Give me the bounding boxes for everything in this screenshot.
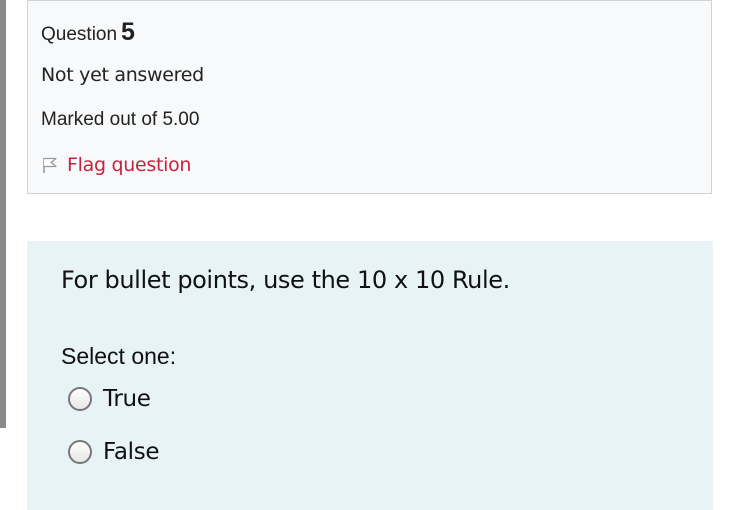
question-state: Not yet answered xyxy=(41,64,204,86)
flag-question-link[interactable]: Flag question xyxy=(41,154,191,176)
flag-icon xyxy=(43,157,57,173)
option-false-label: False xyxy=(103,439,160,465)
option-true[interactable]: True xyxy=(68,386,151,412)
option-true-label: True xyxy=(103,386,151,412)
question-text: For bullet points, use the 10 x 10 Rule. xyxy=(61,266,510,294)
radio-empty-icon[interactable] xyxy=(68,440,92,464)
question-number: 5 xyxy=(121,18,135,46)
question-label: Question xyxy=(41,24,118,45)
answer-prompt: Select one: xyxy=(61,343,177,369)
quiz-page: Question 5 Not yet answered Marked out of… xyxy=(0,0,740,510)
question-grade: Marked out of 5.00 xyxy=(41,109,200,130)
question-title: Question 5 xyxy=(41,18,135,47)
question-content-panel: For bullet points, use the 10 x 10 Rule.… xyxy=(27,241,713,510)
scroll-indicator xyxy=(0,0,6,428)
option-false[interactable]: False xyxy=(68,439,160,465)
question-info-panel: Question 5 Not yet answered Marked out of… xyxy=(27,0,712,194)
flag-question-label: Flag question xyxy=(67,154,192,176)
radio-empty-icon[interactable] xyxy=(68,387,92,411)
